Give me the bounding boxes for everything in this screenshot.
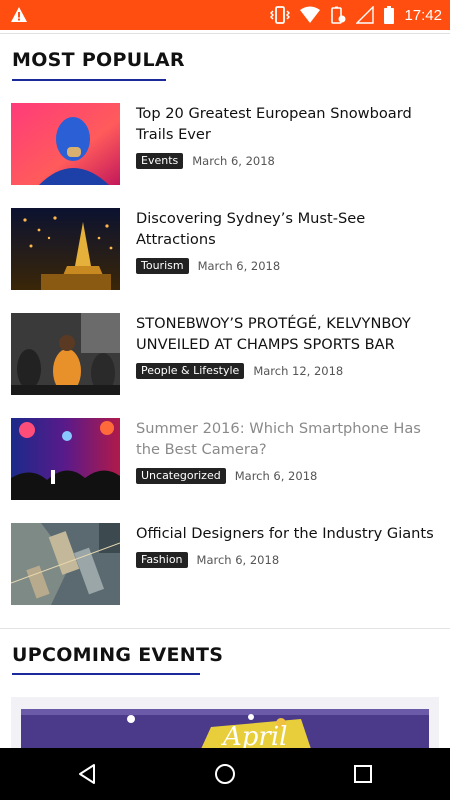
- category-tag[interactable]: Uncategorized: [136, 468, 226, 484]
- banner-text: April: [221, 722, 287, 749]
- article-date: March 12, 2018: [253, 364, 344, 378]
- header-divider: [0, 33, 450, 34]
- article-date: March 6, 2018: [196, 553, 280, 567]
- category-tag[interactable]: Events: [136, 153, 184, 169]
- event-banner-image: April: [11, 697, 439, 749]
- section-divider: [0, 628, 450, 629]
- status-bar: 17:42: [0, 0, 450, 30]
- article-date: March 6, 2018: [234, 469, 318, 483]
- warning-icon: [11, 7, 27, 22]
- navigation-bar: [0, 748, 450, 800]
- article-thumbnail[interactable]: [11, 523, 120, 605]
- article-meta: Fashion March 6, 2018: [136, 552, 279, 568]
- clock: 17:42: [404, 6, 442, 24]
- article-title[interactable]: Official Designers for the Industry Gian…: [136, 523, 441, 544]
- article-meta: Tourism March 6, 2018: [136, 258, 280, 274]
- article-thumbnail[interactable]: [11, 313, 120, 395]
- article-title[interactable]: Top 20 Greatest European Snowboard Trail…: [136, 103, 441, 145]
- article-meta: People & Lifestyle March 12, 2018: [136, 363, 343, 379]
- wifi-icon: [300, 6, 321, 23]
- category-tag[interactable]: Tourism: [136, 258, 189, 274]
- article-date: March 6, 2018: [197, 259, 281, 273]
- vibrate-icon: [270, 6, 291, 24]
- category-tag[interactable]: Fashion: [136, 552, 188, 568]
- article-title[interactable]: STONEBWOY’S PROTÉGÉ, KELVYNBOY UNVEILED …: [136, 313, 441, 355]
- heading-underline: [12, 79, 166, 81]
- list-item[interactable]: Discovering Sydney’s Must-See Attraction…: [11, 208, 441, 290]
- article-thumbnail[interactable]: [11, 418, 120, 500]
- most-popular-heading: MOST POPULAR: [12, 49, 185, 71]
- back-icon[interactable]: [76, 762, 100, 786]
- article-meta: Events March 6, 2018: [136, 153, 275, 169]
- event-banner[interactable]: April: [11, 697, 439, 749]
- list-item[interactable]: Top 20 Greatest European Snowboard Trail…: [11, 103, 441, 185]
- battery-icon: [384, 6, 395, 24]
- article-title[interactable]: Summer 2016: Which Smartphone Has the Be…: [136, 418, 441, 460]
- battery-saver-icon: [331, 6, 346, 24]
- upcoming-events-heading: UPCOMING EVENTS: [12, 644, 224, 666]
- home-icon[interactable]: [213, 762, 237, 786]
- article-thumbnail[interactable]: [11, 208, 120, 290]
- signal-icon: [356, 6, 375, 24]
- article-thumbnail[interactable]: [11, 103, 120, 185]
- article-meta: Uncategorized March 6, 2018: [136, 468, 317, 484]
- article-title[interactable]: Discovering Sydney’s Must-See Attraction…: [136, 208, 441, 250]
- list-item[interactable]: Official Designers for the Industry Gian…: [11, 523, 441, 605]
- recents-icon[interactable]: [351, 762, 375, 786]
- category-tag[interactable]: People & Lifestyle: [136, 363, 245, 379]
- list-item[interactable]: Summer 2016: Which Smartphone Has the Be…: [11, 418, 441, 500]
- heading-underline: [12, 673, 200, 675]
- article-date: March 6, 2018: [192, 154, 275, 168]
- list-item[interactable]: STONEBWOY’S PROTÉGÉ, KELVYNBOY UNVEILED …: [11, 313, 441, 395]
